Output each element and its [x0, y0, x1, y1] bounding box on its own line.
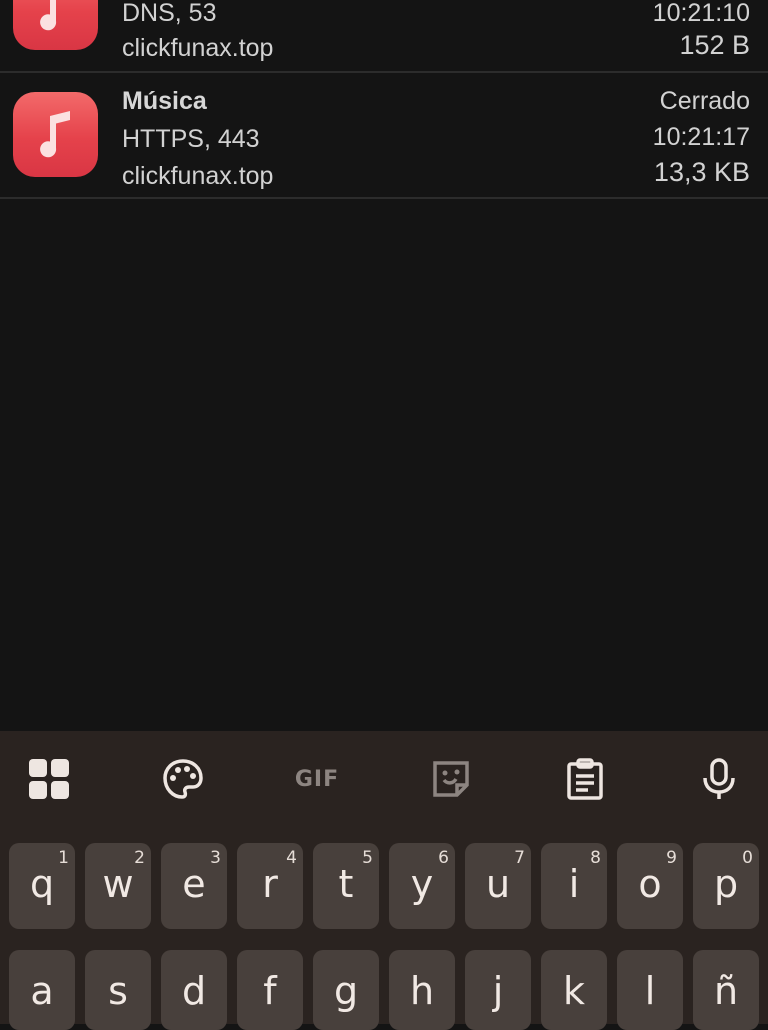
key-w[interactable]: w2 — [85, 843, 151, 929]
key-u[interactable]: u7 — [465, 843, 531, 929]
key-k[interactable]: k — [541, 950, 607, 1030]
gif-icon[interactable]: GIF — [292, 754, 342, 804]
key-d[interactable]: d — [161, 950, 227, 1030]
key-y[interactable]: y6 — [389, 843, 455, 929]
key-s[interactable]: s — [85, 950, 151, 1030]
key-a[interactable]: a — [9, 950, 75, 1030]
key-r[interactable]: r4 — [237, 843, 303, 929]
connection-size: 152 B — [679, 30, 750, 60]
key-enye[interactable]: ñ — [693, 950, 759, 1030]
key-h[interactable]: h — [389, 950, 455, 1030]
connection-time: 10:21:17 — [652, 123, 750, 151]
key-q[interactable]: q1 — [9, 843, 75, 929]
key-l[interactable]: l — [617, 950, 683, 1030]
gif-label: GIF — [294, 766, 340, 792]
key-t[interactable]: t5 — [313, 843, 379, 929]
key-i[interactable]: i8 — [541, 843, 607, 929]
connection-host: clickfunax.top — [122, 34, 274, 62]
key-e[interactable]: e3 — [161, 843, 227, 929]
music-app-icon — [13, 92, 98, 177]
connection-host: clickfunax.top — [122, 162, 274, 190]
connection-status: Cerrado — [659, 87, 750, 115]
connection-app-name: Música — [122, 87, 207, 115]
connection-row[interactable]: DNS, 53 clickfunax.top 10:21:10 152 B — [0, 0, 768, 73]
key-g[interactable]: g — [313, 950, 379, 1030]
key-j[interactable]: j — [465, 950, 531, 1030]
connection-time: 10:21:10 — [652, 0, 750, 27]
music-app-icon — [13, 0, 98, 50]
connection-protocol: DNS, 53 — [122, 0, 217, 27]
clipboard-icon[interactable] — [560, 754, 610, 804]
apps-grid-icon[interactable] — [24, 754, 74, 804]
sticker-icon[interactable] — [426, 754, 476, 804]
key-p[interactable]: p0 — [693, 843, 759, 929]
key-o[interactable]: o9 — [617, 843, 683, 929]
connection-list: DNS, 53 clickfunax.top 10:21:10 152 B Mú… — [0, 0, 768, 199]
mic-icon[interactable] — [694, 754, 744, 804]
connection-row[interactable]: Música HTTPS, 443 clickfunax.top Cerrado… — [0, 71, 768, 199]
connection-protocol: HTTPS, 443 — [122, 125, 260, 153]
key-f[interactable]: f — [237, 950, 303, 1030]
connection-size: 13,3 KB — [653, 157, 750, 187]
palette-icon[interactable] — [158, 754, 208, 804]
